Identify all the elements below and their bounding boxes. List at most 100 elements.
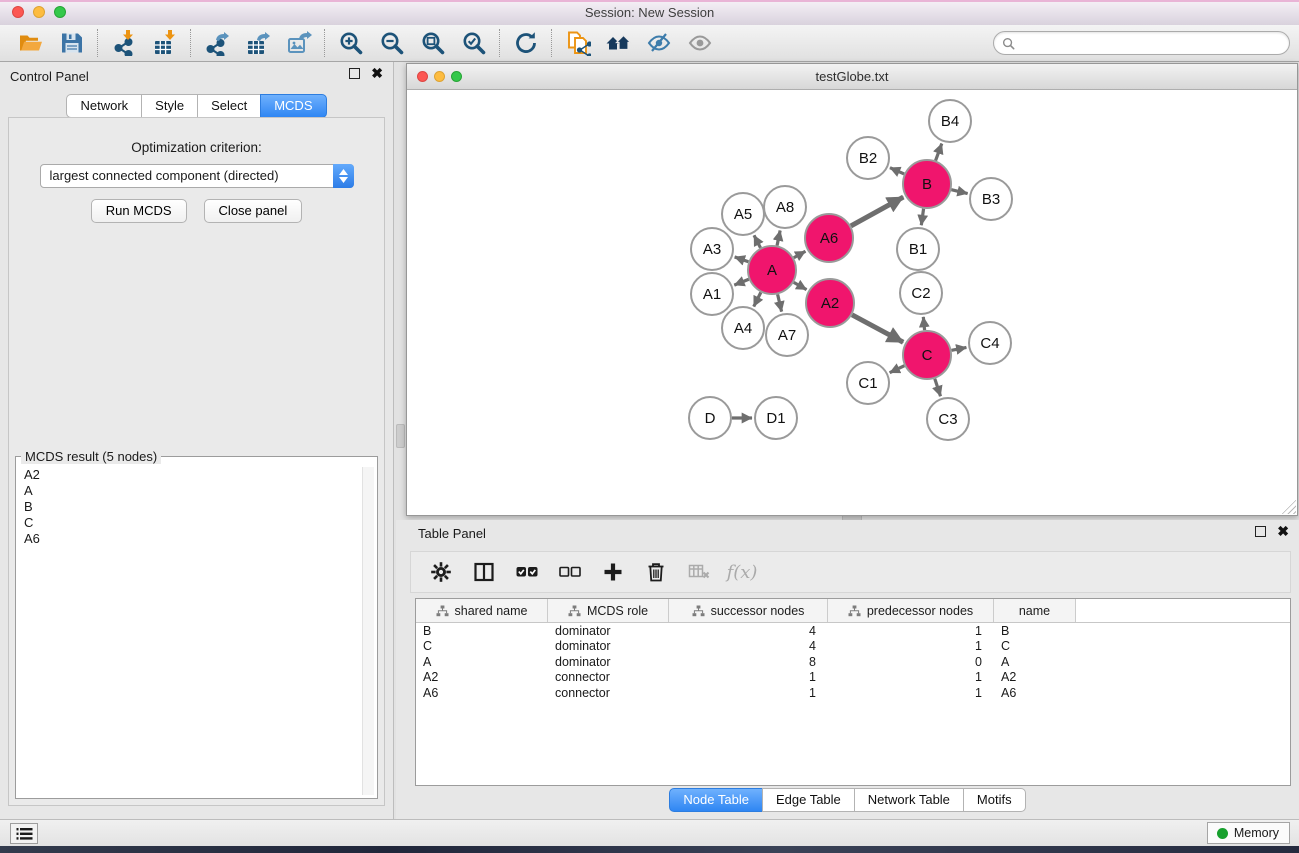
hide-details-button[interactable] xyxy=(639,27,680,59)
run-mcds-button[interactable]: Run MCDS xyxy=(91,199,187,223)
table-tab-motifs[interactable]: Motifs xyxy=(963,788,1026,812)
export-image-button[interactable] xyxy=(278,27,319,59)
edge-C-C3[interactable] xyxy=(935,379,941,396)
edge-A-A4[interactable] xyxy=(754,292,761,306)
table-row[interactable]: A6connector11A6 xyxy=(416,685,1290,701)
network-minimize-icon[interactable] xyxy=(434,71,445,82)
node-D1[interactable]: D1 xyxy=(755,397,797,439)
close-window-icon[interactable] xyxy=(12,6,24,18)
edge-A-A5[interactable] xyxy=(754,235,760,247)
edge-A6-B[interactable] xyxy=(851,197,903,226)
open-session-button[interactable] xyxy=(10,27,51,59)
node-C[interactable]: C xyxy=(903,331,951,379)
node-A[interactable]: A xyxy=(748,246,796,294)
edge-C-C4[interactable] xyxy=(952,347,967,350)
node-D[interactable]: D xyxy=(689,397,731,439)
column-header-predecessor-nodes[interactable]: predecessor nodes xyxy=(828,599,994,622)
task-history-button[interactable] xyxy=(10,823,38,844)
node-A6[interactable]: A6 xyxy=(805,214,853,262)
result-item[interactable]: A xyxy=(19,483,362,499)
node-A7[interactable]: A7 xyxy=(766,314,808,356)
select-all-columns-button[interactable] xyxy=(514,559,540,585)
zoom-in-button[interactable] xyxy=(330,27,371,59)
node-B1[interactable]: B1 xyxy=(897,228,939,270)
node-C4[interactable]: C4 xyxy=(969,322,1011,364)
zoom-selected-button[interactable] xyxy=(453,27,494,59)
result-item[interactable]: A6 xyxy=(19,531,362,547)
node-C1[interactable]: C1 xyxy=(847,362,889,404)
close-panel-icon[interactable]: ✖ xyxy=(371,68,383,79)
edge-A-A7[interactable] xyxy=(778,294,782,311)
float-panel-icon[interactable] xyxy=(349,68,360,79)
node-B2[interactable]: B2 xyxy=(847,137,889,179)
node-B4[interactable]: B4 xyxy=(929,100,971,142)
result-item[interactable]: C xyxy=(19,515,362,531)
edge-B-B2[interactable] xyxy=(890,168,904,174)
search-box[interactable] xyxy=(993,31,1290,55)
edge-B-B3[interactable] xyxy=(951,190,967,194)
first-neighbors-button[interactable] xyxy=(598,27,639,59)
save-session-button[interactable] xyxy=(51,27,92,59)
result-item[interactable]: B xyxy=(19,499,362,515)
minimize-window-icon[interactable] xyxy=(33,6,45,18)
tab-select[interactable]: Select xyxy=(197,94,261,118)
node-A1[interactable]: A1 xyxy=(691,273,733,315)
network-window-titlebar[interactable]: testGlobe.txt xyxy=(407,64,1297,90)
memory-button[interactable]: Memory xyxy=(1207,822,1290,844)
edge-A2-C[interactable] xyxy=(852,315,903,342)
maximize-window-icon[interactable] xyxy=(54,6,66,18)
network-maximize-icon[interactable] xyxy=(451,71,462,82)
table-row[interactable]: A2connector11A2 xyxy=(416,670,1290,686)
clone-network-button[interactable] xyxy=(557,27,598,59)
node-B[interactable]: B xyxy=(903,160,951,208)
node-A8[interactable]: A8 xyxy=(764,186,806,228)
column-header-successor-nodes[interactable]: successor nodes xyxy=(669,599,828,622)
vertical-splitter-handle[interactable] xyxy=(396,424,405,448)
zoom-fit-button[interactable] xyxy=(412,27,453,59)
table-settings-button[interactable] xyxy=(428,559,454,585)
node-A3[interactable]: A3 xyxy=(691,228,733,270)
edge-B-B4[interactable] xyxy=(936,144,942,161)
edge-B-B1[interactable] xyxy=(921,209,923,225)
node-C2[interactable]: C2 xyxy=(900,272,942,314)
edge-A-A1[interactable] xyxy=(734,279,749,285)
result-scrollbar[interactable] xyxy=(362,467,374,795)
node-C3[interactable]: C3 xyxy=(927,398,969,440)
edge-A-A2[interactable] xyxy=(794,282,807,289)
table-row[interactable]: Cdominator41C xyxy=(416,639,1290,655)
import-table-button[interactable] xyxy=(144,27,185,59)
network-canvas[interactable]: B4 B2 B B3 B1 A5A8A6 A3 A A1 A2 C2 A4A7 C4 C C1 C3 D D1 xyxy=(407,90,1297,515)
network-close-icon[interactable] xyxy=(417,71,428,82)
search-input[interactable] xyxy=(1020,35,1281,51)
table-tab-node-table[interactable]: Node Table xyxy=(669,788,763,812)
node-A2[interactable]: A2 xyxy=(806,279,854,327)
show-details-button[interactable] xyxy=(680,27,721,59)
table-row[interactable]: Bdominator41B xyxy=(416,623,1290,639)
import-network-button[interactable] xyxy=(103,27,144,59)
edge-A-A6[interactable] xyxy=(794,251,806,258)
close-panel-button[interactable]: Close panel xyxy=(204,199,303,223)
export-network-button[interactable] xyxy=(196,27,237,59)
export-table-button[interactable] xyxy=(237,27,278,59)
node-A5[interactable]: A5 xyxy=(722,193,764,235)
edge-A-A3[interactable] xyxy=(735,257,749,262)
show-column-button[interactable] xyxy=(471,559,497,585)
float-table-panel-icon[interactable] xyxy=(1255,526,1266,537)
table-tab-network-table[interactable]: Network Table xyxy=(854,788,964,812)
unselect-all-columns-button[interactable] xyxy=(557,559,583,585)
tab-style[interactable]: Style xyxy=(141,94,198,118)
create-column-button[interactable] xyxy=(600,559,626,585)
node-B3[interactable]: B3 xyxy=(970,178,1012,220)
delete-column-button[interactable] xyxy=(643,559,669,585)
edge-C-C1[interactable] xyxy=(890,366,905,373)
result-item[interactable]: A2 xyxy=(19,467,362,483)
table-row[interactable]: Adominator80A xyxy=(416,654,1290,670)
zoom-out-button[interactable] xyxy=(371,27,412,59)
column-header-name[interactable]: name xyxy=(994,599,1076,622)
column-header-MCDS-role[interactable]: MCDS role xyxy=(548,599,669,622)
node-A4[interactable]: A4 xyxy=(722,307,764,349)
optimization-criterion-select[interactable]: largest connected component (directed) xyxy=(40,164,354,188)
close-table-panel-icon[interactable]: ✖ xyxy=(1277,526,1289,537)
table-tab-edge-table[interactable]: Edge Table xyxy=(762,788,855,812)
tab-mcds[interactable]: MCDS xyxy=(260,94,326,118)
